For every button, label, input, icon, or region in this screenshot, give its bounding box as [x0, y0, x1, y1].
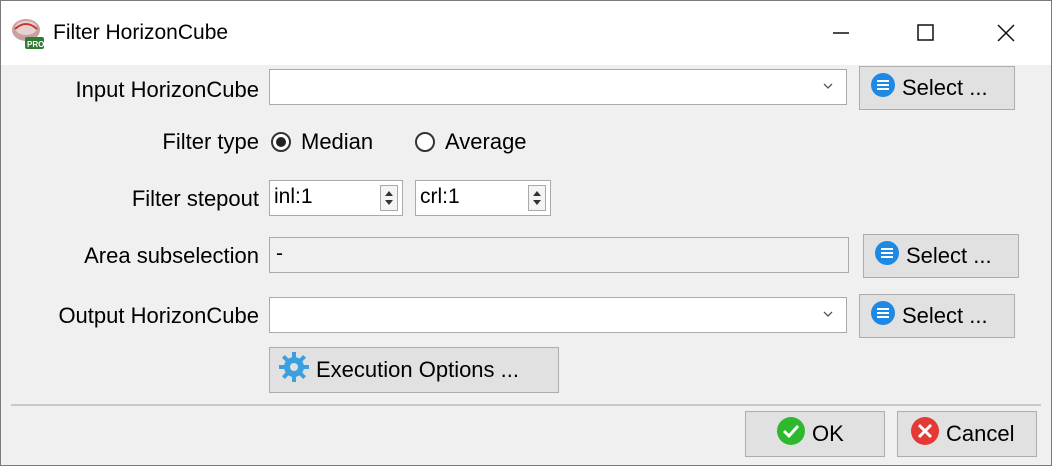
minimize-button[interactable] [796, 1, 886, 65]
list-icon [870, 300, 896, 332]
crl-stepout-spinbox[interactable]: crl:1 [415, 180, 551, 216]
ok-label: OK [812, 421, 844, 446]
filter-type-label: Filter type [162, 129, 259, 154]
output-select-label: Select ... [902, 303, 988, 328]
cancel-label: Cancel [946, 421, 1015, 446]
svg-text:PRO: PRO [27, 40, 44, 49]
inl-stepout-spinbox[interactable]: inl:1 [269, 180, 403, 216]
radio-median-label: Median [301, 129, 374, 154]
dialog-window: PRO Filter HorizonCube Input HorizonCube… [0, 0, 1052, 466]
close-icon [997, 24, 1015, 42]
cancel-button[interactable]: Cancel [897, 411, 1037, 457]
cancel-icon [910, 416, 940, 452]
list-icon [870, 72, 896, 104]
filter-stepout-label: Filter stepout [131, 186, 259, 211]
app-icon: PRO [11, 17, 45, 51]
output-select-button[interactable]: Select ... [859, 294, 1015, 338]
input-horizoncube-combo[interactable] [269, 69, 847, 105]
area-select-button[interactable]: Select ... [863, 234, 1019, 278]
inl-spin-arrows[interactable] [380, 185, 398, 211]
divider [11, 404, 1041, 406]
input-horizoncube-label: Input HorizonCube [75, 77, 259, 102]
minimize-icon [833, 32, 849, 34]
execution-options-label: Execution Options ... [316, 357, 519, 382]
radio-median-indicator [271, 132, 291, 152]
output-horizoncube-combo[interactable] [269, 297, 847, 333]
radio-average[interactable]: Average [415, 129, 527, 155]
check-icon [776, 416, 806, 452]
input-select-button[interactable]: Select ... [859, 66, 1015, 110]
window-title: Filter HorizonCube [53, 21, 229, 44]
crl-stepout-value: crl:1 [420, 185, 460, 208]
chevron-down-icon [823, 83, 833, 89]
close-button[interactable] [961, 1, 1051, 65]
title-bar[interactable]: PRO Filter HorizonCube [1, 1, 1051, 65]
maximize-button[interactable] [881, 1, 971, 65]
radio-average-indicator [415, 132, 435, 152]
radio-median[interactable]: Median [271, 129, 373, 155]
area-subselection-field: - [269, 237, 849, 273]
input-select-label: Select ... [902, 75, 988, 100]
list-icon [874, 240, 900, 272]
chevron-down-icon [823, 311, 833, 317]
ok-button[interactable]: OK [745, 411, 885, 457]
maximize-icon [917, 24, 934, 41]
crl-spin-arrows[interactable] [528, 185, 546, 211]
execution-options-button[interactable]: Execution Options ... [269, 347, 559, 393]
area-subselection-label: Area subselection [84, 243, 259, 268]
output-horizoncube-label: Output HorizonCube [58, 303, 259, 328]
area-select-label: Select ... [906, 243, 992, 268]
gear-icon [278, 351, 310, 389]
radio-average-label: Average [445, 129, 527, 154]
inl-stepout-value: inl:1 [274, 185, 313, 208]
